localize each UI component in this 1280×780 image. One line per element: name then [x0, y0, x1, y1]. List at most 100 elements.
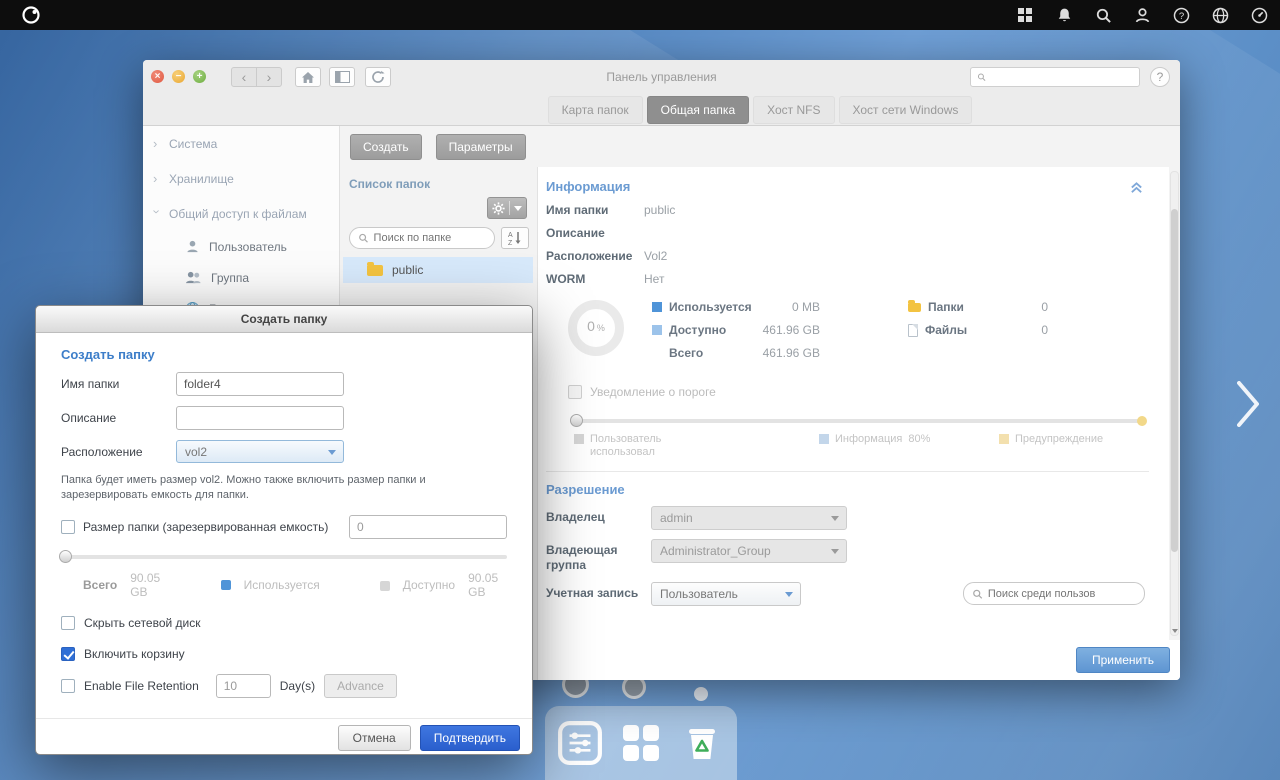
section-divider — [546, 471, 1149, 472]
sidebar-group-system[interactable]: › Система — [143, 126, 339, 161]
recycle-bin-dock-icon[interactable] — [678, 719, 726, 767]
search-icon — [977, 73, 986, 81]
scrollbar-thumb[interactable] — [1171, 209, 1178, 552]
back-button[interactable]: ‹ — [231, 67, 257, 87]
folder-list: public — [343, 257, 533, 283]
window-help-button[interactable]: ? — [1150, 67, 1170, 87]
folders-label: Папки — [928, 300, 964, 314]
field-label: Описание — [546, 226, 605, 240]
retention-checkbox[interactable] — [61, 679, 75, 693]
topbar-icons: ? — [1016, 6, 1268, 24]
tab-nfs-host[interactable]: Хост NFS — [753, 95, 835, 124]
create-folder-dialog: Создать папку Создать папку Имя папки Оп… — [35, 305, 533, 755]
owner-dropdown[interactable]: admin — [651, 506, 847, 530]
svg-text:A: A — [508, 232, 513, 239]
volume-stats-row: Всего 90.05 GB Используется Доступно 90.… — [83, 571, 507, 599]
file-icon — [908, 323, 918, 337]
close-button[interactable]: × — [151, 70, 164, 83]
sidebar-item-user[interactable]: Пользователь — [143, 231, 339, 262]
location-row: Расположение vol2 — [61, 440, 507, 463]
recycle-row: Включить корзину — [61, 647, 507, 661]
next-page-chevron[interactable] — [1234, 378, 1262, 435]
window-controls: × − + — [151, 70, 206, 83]
control-panel-dock-icon[interactable] — [556, 719, 604, 767]
description-input[interactable] — [176, 406, 344, 430]
user-search-input[interactable] — [987, 587, 1136, 600]
nas-logo-icon[interactable] — [20, 4, 42, 26]
tab-windows-host[interactable]: Хост сети Windows — [838, 95, 973, 124]
help-icon[interactable]: ? — [1172, 6, 1190, 24]
collapse-section-icon[interactable] — [1130, 181, 1143, 199]
location-dropdown[interactable]: vol2 — [176, 440, 344, 463]
confirm-button[interactable]: Подтвердить — [419, 724, 520, 751]
owner-group-dropdown[interactable]: Administrator_Group — [651, 539, 847, 563]
forward-button[interactable]: › — [256, 67, 282, 87]
slider-handle[interactable] — [570, 414, 583, 427]
quota-row: Размер папки (зарезервированная емкость) — [61, 515, 507, 539]
maximize-button[interactable]: + — [193, 70, 206, 83]
info-field: Расположение Vol2 — [546, 249, 1149, 263]
create-button[interactable]: Создать — [350, 133, 422, 160]
group-icon — [186, 271, 201, 284]
retention-label: Enable File Retention — [84, 679, 199, 693]
apps-grid-icon[interactable] — [1016, 6, 1034, 24]
info-field: WORM Нет — [546, 272, 1149, 286]
quota-input[interactable] — [349, 515, 507, 539]
usage-percent-unit: % — [596, 323, 605, 333]
resource-monitor-icon[interactable] — [1250, 6, 1268, 24]
recycle-checkbox[interactable] — [61, 647, 75, 661]
threshold-checkbox[interactable] — [568, 385, 582, 399]
tabbar: Карта папок Общая папка Хост NFS Хост се… — [143, 93, 1180, 126]
sort-button[interactable]: AZ — [501, 227, 529, 249]
tab-folder-map[interactable]: Карта папок — [547, 95, 643, 124]
folder-search-input[interactable] — [373, 232, 486, 244]
svg-text:Z: Z — [508, 240, 513, 246]
sidebar-group-storage[interactable]: › Хранилище — [143, 161, 339, 196]
sidebar-toggle-button[interactable] — [329, 67, 355, 87]
language-icon[interactable] — [1211, 6, 1229, 24]
window-searchbox — [970, 67, 1140, 87]
hide-network-checkbox[interactable] — [61, 616, 75, 630]
user-icon[interactable] — [1133, 6, 1151, 24]
home-button[interactable] — [295, 67, 321, 87]
dialog-footer: Отмена Подтвердить — [36, 718, 532, 754]
vertical-scrollbar[interactable] — [1170, 171, 1179, 636]
dialog-titlebar[interactable]: Создать папку — [36, 306, 532, 333]
slider-handle[interactable] — [59, 550, 72, 563]
cancel-button[interactable]: Отмена — [337, 724, 411, 751]
scroll-down-arrow[interactable] — [1172, 629, 1178, 633]
search-icon[interactable] — [1094, 6, 1112, 24]
app-center-dock-icon[interactable] — [617, 719, 665, 767]
minimize-button[interactable]: − — [172, 70, 185, 83]
folder-name-label: Имя папки — [61, 377, 120, 391]
field-label: WORM — [546, 272, 586, 286]
toolbar: Создать Параметры — [340, 126, 1180, 167]
chevron-down-icon — [514, 205, 522, 211]
account-type-dropdown[interactable]: Пользователь — [651, 582, 801, 606]
quota-checkbox[interactable] — [61, 520, 75, 534]
apply-button[interactable]: Применить — [1075, 647, 1170, 673]
tab-shared-folder[interactable]: Общая папка — [646, 95, 750, 124]
info-panel: Информация Имя папки public Описание Рас… — [537, 167, 1169, 640]
history-nav: ‹ › — [231, 67, 282, 87]
apply-footer: Применить — [537, 640, 1180, 680]
chevron-right-icon: › — [153, 171, 158, 186]
description-row: Описание — [61, 406, 507, 430]
folder-list-item[interactable]: public — [343, 257, 533, 283]
used-label: Используется — [243, 578, 320, 592]
user-searchbox — [963, 582, 1145, 605]
search-icon — [359, 233, 368, 243]
window-search-input[interactable] — [991, 71, 1133, 83]
warning-legend-swatch — [999, 434, 1009, 444]
advance-button[interactable]: Advance — [324, 674, 397, 698]
notifications-icon[interactable] — [1055, 6, 1073, 24]
folder-settings-button[interactable] — [487, 197, 527, 219]
field-value: Vol2 — [644, 249, 668, 263]
folder-name-input[interactable] — [176, 372, 344, 396]
sidebar-group-file-sharing[interactable]: › Общий доступ к файлам — [143, 196, 339, 231]
sidebar-item-group[interactable]: Группа — [143, 262, 339, 293]
available-value: 461.96 GB — [762, 323, 820, 337]
refresh-button[interactable] — [365, 67, 391, 87]
options-button[interactable]: Параметры — [435, 133, 526, 160]
retention-days-input[interactable] — [215, 674, 271, 698]
